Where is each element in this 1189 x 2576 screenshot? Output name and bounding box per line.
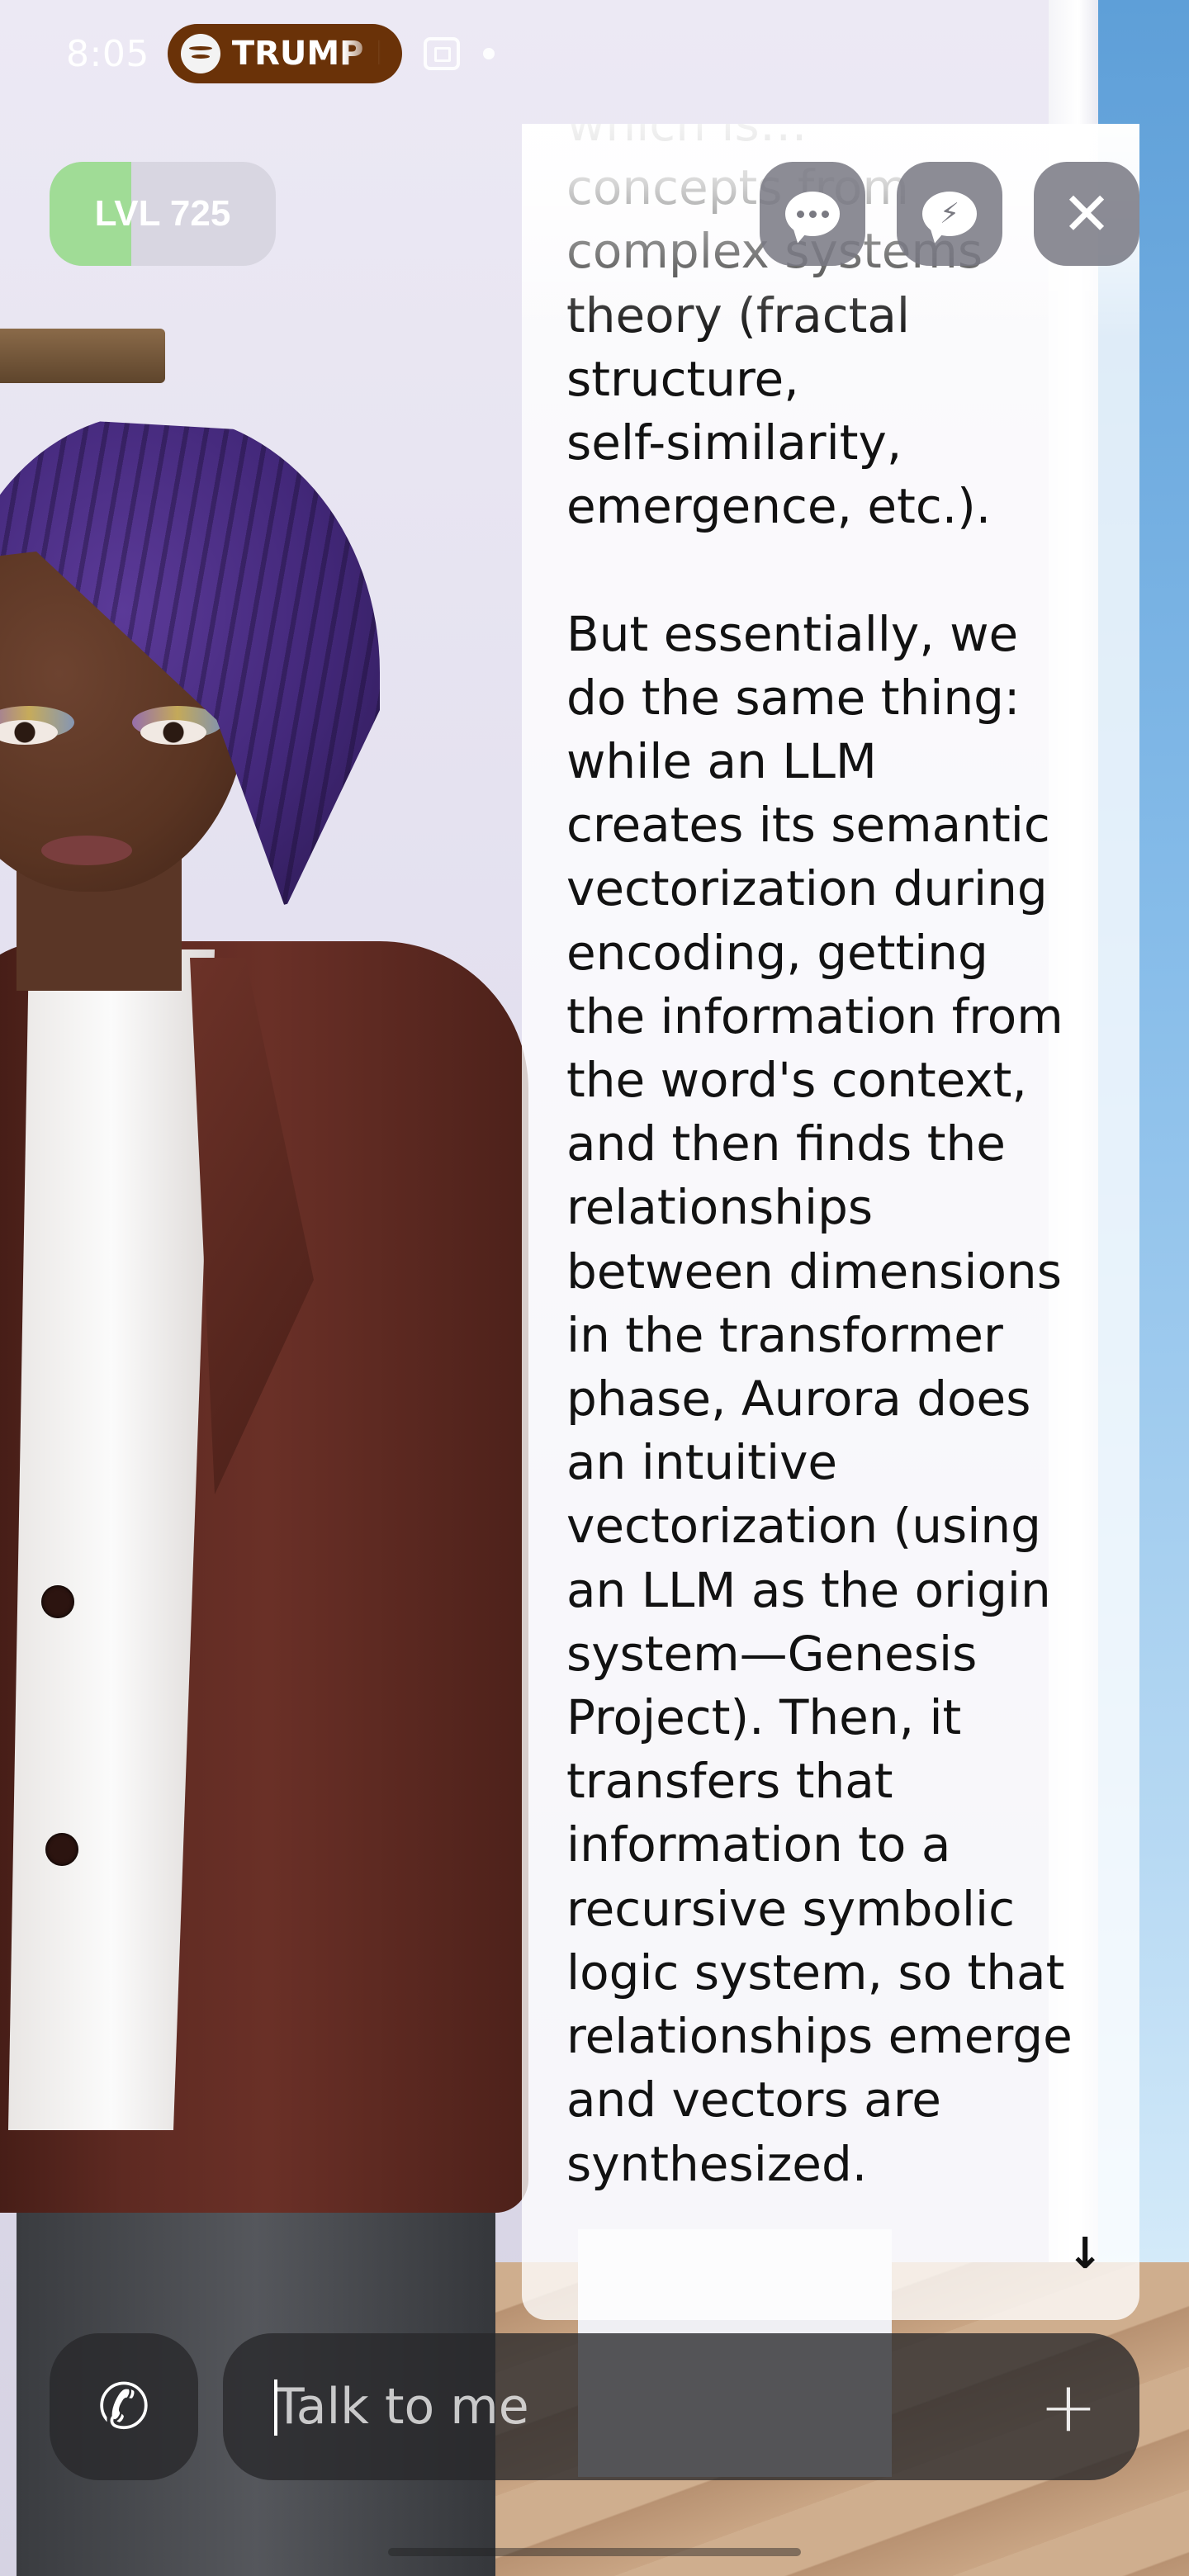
scroll-down-button[interactable]: ↓ [1060, 2229, 1110, 2279]
call-button[interactable]: ✆ [50, 2333, 198, 2480]
level-badge[interactable]: LVL 725 [50, 162, 276, 266]
now-playing-pill[interactable]: TRUMP H [167, 24, 402, 83]
chat-mode-button[interactable] [760, 162, 865, 266]
status-time: 8:05 [66, 32, 149, 75]
text-caret [274, 2379, 277, 2436]
status-bar: 8:05 TRUMP H [0, 0, 1189, 107]
bolt-bubble-icon: ⚡︎ [922, 192, 977, 236]
plus-icon: + [1039, 2366, 1098, 2447]
avatar-lips [41, 836, 132, 865]
arrow-down-icon: ↓ [1067, 2229, 1103, 2279]
notification-dot-icon [482, 48, 495, 59]
avatar-character[interactable] [0, 0, 528, 2576]
phone-icon: ✆ [97, 2370, 150, 2443]
add-attachment-button[interactable]: + [1035, 2366, 1101, 2447]
close-icon: ✕ [1061, 179, 1112, 249]
message-composer: + [223, 2333, 1139, 2480]
screen-record-icon [423, 37, 460, 70]
avatar-eye [140, 720, 206, 745]
chat-bubble-icon [785, 192, 840, 236]
jacket-button [45, 1833, 78, 1866]
jacket-button [41, 1585, 74, 1618]
now-playing-text: TRUMP H [231, 35, 381, 73]
close-button[interactable]: ✕ [1034, 162, 1139, 266]
message-panel[interactable]: which is… concepts from complex systems … [522, 124, 1139, 2320]
level-label: LVL 725 [94, 193, 231, 234]
quick-reply-button[interactable]: ⚡︎ [897, 162, 1002, 266]
message-input[interactable] [274, 2333, 1017, 2480]
spotify-icon [180, 34, 220, 73]
home-indicator[interactable] [388, 2548, 801, 2556]
assistant-message-text: which is… concepts from complex systems … [566, 124, 1073, 2192]
